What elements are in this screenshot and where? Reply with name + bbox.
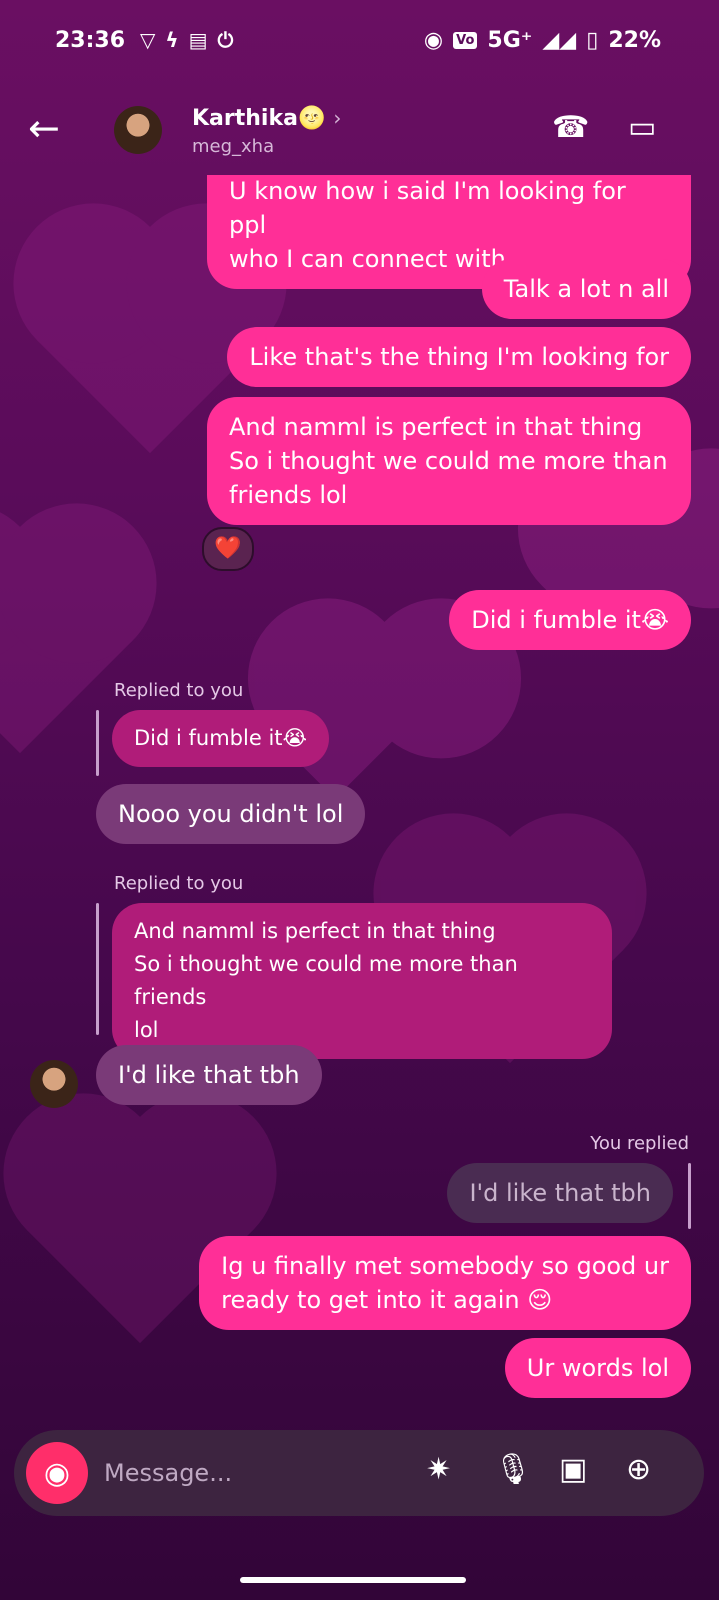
quoted-message[interactable]: I'd like that tbh [447,1163,673,1223]
heart-reaction[interactable]: ❤️ [202,527,254,571]
message-list[interactable]: U know how i said I'm looking for ppl wh… [0,175,719,1420]
received-message[interactable]: Nooo you didn't lol [96,784,366,844]
contact-name[interactable]: Karthika🌝 › [192,106,341,131]
you-replied-label: You replied [590,1133,689,1154]
message-input[interactable] [102,1452,386,1494]
chat-header: ← Karthika🌝 › meg_xha ☎ ▭ [0,96,719,166]
camera-button[interactable]: ◉ [26,1442,88,1504]
vpn-icon: ▽ [140,28,166,52]
chevron-right-icon: › [333,106,342,130]
status-right-icons: ◉ Vo 5G⁺ ◢◢ ▯ 22% [424,28,661,53]
contact-username: meg_xha [192,136,275,157]
status-left-icons: ▽ϟ▤⏻ [140,28,243,52]
sender-avatar[interactable] [30,1060,78,1108]
quoted-message[interactable]: Did i fumble it😭 [112,710,330,767]
received-message[interactable]: I'd like that tbh [96,1045,322,1105]
phone-call-icon[interactable]: ☎ [552,110,589,145]
quoted-message[interactable]: And namml is perfect in that thing So i … [112,903,612,1059]
replied-to-you-label: Replied to you [114,873,244,894]
power-icon: ⏻ [217,28,244,52]
microphone-icon[interactable]: 🎙 [494,1452,532,1487]
volte-icon: Vo [453,32,478,49]
video-call-icon[interactable]: ▭ [628,110,656,145]
contact-avatar[interactable] [114,106,162,154]
sent-message[interactable]: Ig u finally met somebody so good ur rea… [199,1236,691,1330]
sent-message[interactable]: And namml is perfect in that thing So i … [207,397,691,525]
sent-message[interactable]: Like that's the thing I'm looking for [227,327,691,387]
add-icon[interactable]: ⊕ [626,1452,651,1487]
reply-indicator-bar [688,1163,691,1229]
gallery-icon[interactable]: ▣ [559,1452,587,1487]
sent-message[interactable]: Ur words lol [504,1338,691,1398]
status-time: 23:36 [55,28,126,53]
battery-icon: ▯ [586,28,599,53]
sent-message[interactable]: Did i fumble it😭 [449,590,691,650]
back-arrow-icon[interactable]: ← [28,109,60,147]
reply-indicator-bar [96,903,99,1035]
status-bar: 23:36 ▽ϟ▤⏻ ◉ Vo 5G⁺ ◢◢ ▯ 22% [0,24,719,60]
flash-icon: ϟ [165,28,189,52]
battery-level: 22% [608,28,661,53]
reply-indicator-bar [96,710,99,776]
sticker-effects-icon[interactable]: ✷ [426,1452,451,1487]
sent-message[interactable]: Talk a lot n all [481,259,691,319]
hotspot-icon: ◉ [423,28,444,53]
signal-icon: ◢◢ [542,28,577,53]
camera-icon: ◉ [43,1455,71,1491]
home-indicator[interactable] [240,1577,466,1583]
calendar-icon: ▤ [188,28,218,52]
network-type: 5G⁺ [487,28,533,53]
message-composer: ◉ ✷ 🎙 ▣ ⊕ [14,1430,704,1516]
replied-to-you-label: Replied to you [114,680,244,701]
